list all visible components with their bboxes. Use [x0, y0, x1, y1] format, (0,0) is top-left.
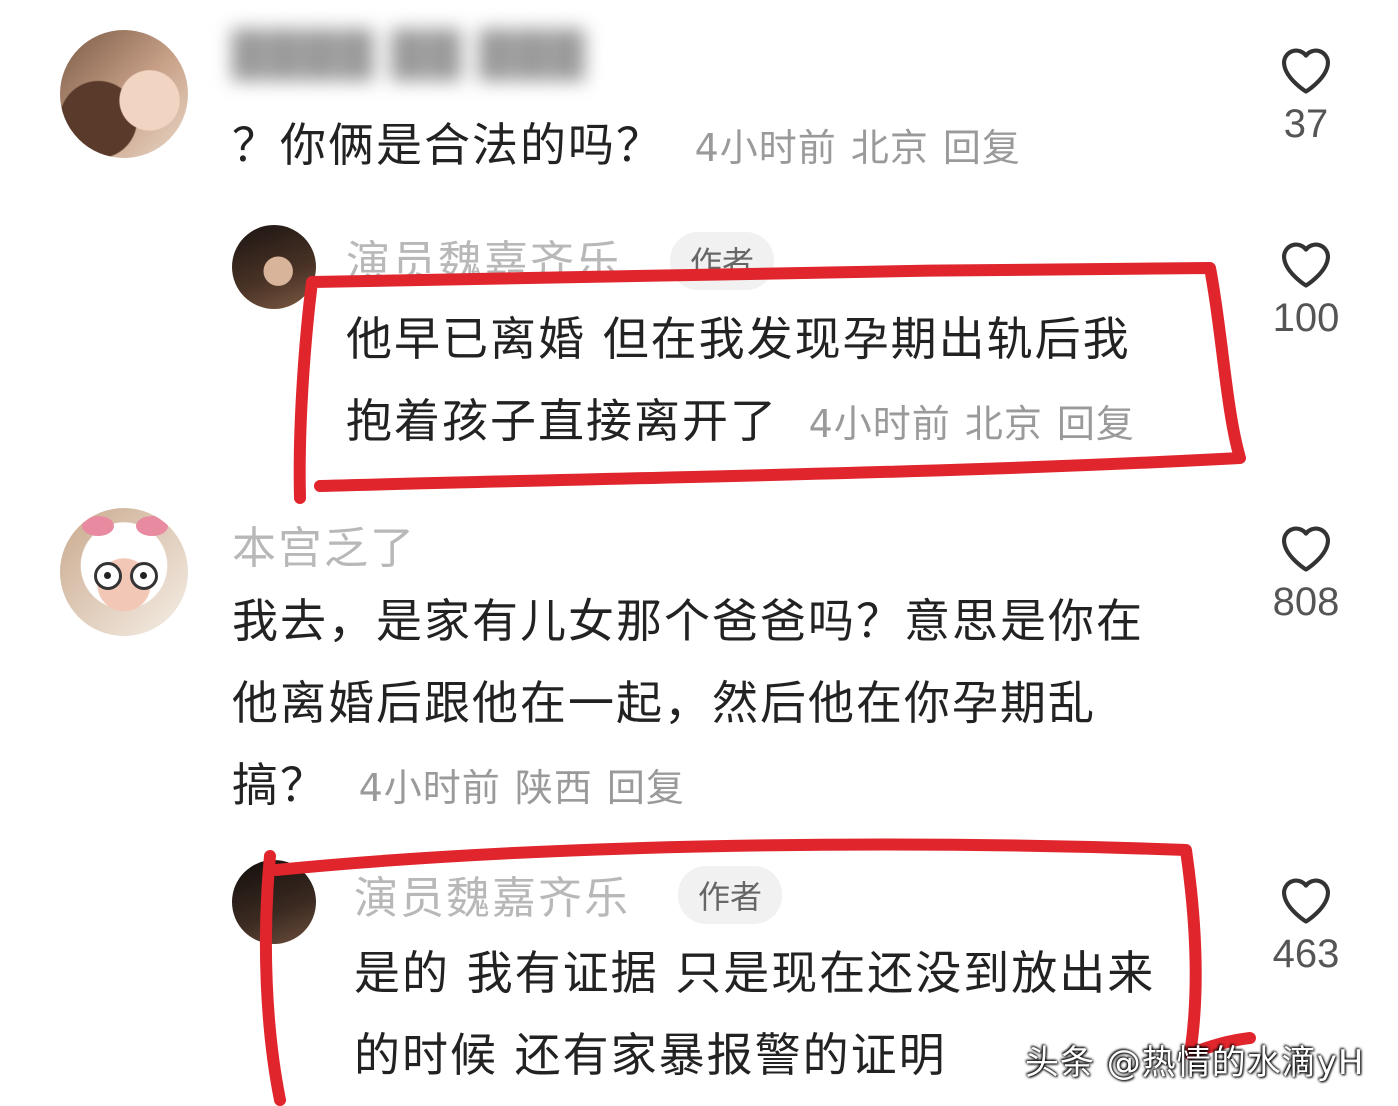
reply-button[interactable]: 回复	[1057, 402, 1135, 446]
like-button[interactable]: 37	[1246, 38, 1366, 147]
watermark: 头条 @热情的水滴yH	[1025, 1043, 1365, 1083]
heart-outline-icon	[1281, 526, 1331, 572]
like-count: 463	[1272, 932, 1340, 976]
username[interactable]: 演员魏嘉齐乐	[354, 862, 630, 926]
reply-button[interactable]: 回复	[607, 766, 685, 810]
bow-decoration	[82, 516, 114, 536]
comment-line: 我去，是家有儿女那个爸爸吗？意思是你在	[232, 594, 1144, 648]
comment-line: 他离婚后跟他在一起，然后他在你孕期乱	[232, 676, 1096, 730]
avatar[interactable]	[60, 508, 188, 636]
heart-outline-icon	[1281, 48, 1331, 94]
comment-text: 我去，是家有儿女那个爸爸吗？意思是你在 他离婚后跟他在一起，然后他在你孕期乱 搞…	[232, 580, 1144, 829]
comment-text: ？你俩是合法的吗？ 4小时前 北京 回复	[232, 104, 1021, 189]
reply-button[interactable]: 回复	[943, 126, 1021, 170]
comment-location: 北京	[964, 402, 1043, 446]
avatar[interactable]	[232, 225, 316, 309]
comment-location: 陕西	[514, 766, 593, 810]
username[interactable]: 演员魏嘉齐乐	[346, 226, 622, 290]
comment-line: 他早已离婚 但在我发现孕期出轨后我	[346, 312, 1131, 366]
username-blurred[interactable]: ████ ██ ███	[232, 30, 587, 81]
username[interactable]: 本宫乏了	[232, 512, 416, 576]
like-count: 37	[1283, 102, 1329, 146]
comment-line: 是的 我有证据 只是现在还没到放出来	[354, 946, 1156, 1000]
comment-text: 他早已离婚 但在我发现孕期出轨后我 抱着孩子直接离开了 4小时前 北京 回复	[346, 298, 1135, 465]
like-button[interactable]: 808	[1246, 516, 1366, 625]
comment-location: 北京	[850, 126, 929, 170]
heart-outline-icon	[1281, 242, 1331, 288]
comment-time: 4小时前	[358, 766, 501, 810]
like-count: 808	[1272, 580, 1340, 624]
author-badge: 作者	[678, 866, 783, 924]
eye	[130, 562, 158, 590]
comment-time: 4小时前	[808, 402, 951, 446]
author-badge: 作者	[670, 232, 775, 290]
avatar[interactable]	[232, 860, 316, 944]
like-button[interactable]: 463	[1246, 868, 1366, 977]
avatar[interactable]	[60, 30, 188, 158]
eye	[94, 562, 122, 590]
comment-time: 4小时前	[694, 126, 837, 170]
heart-outline-icon	[1281, 878, 1331, 924]
like-button[interactable]: 100	[1246, 232, 1366, 341]
bow-decoration	[136, 516, 168, 536]
comment-line: ？你俩是合法的吗？	[232, 118, 664, 172]
comment-line: 抱着孩子直接离开了	[346, 394, 778, 448]
like-count: 100	[1272, 296, 1340, 340]
comment-line: 搞？	[232, 758, 328, 812]
